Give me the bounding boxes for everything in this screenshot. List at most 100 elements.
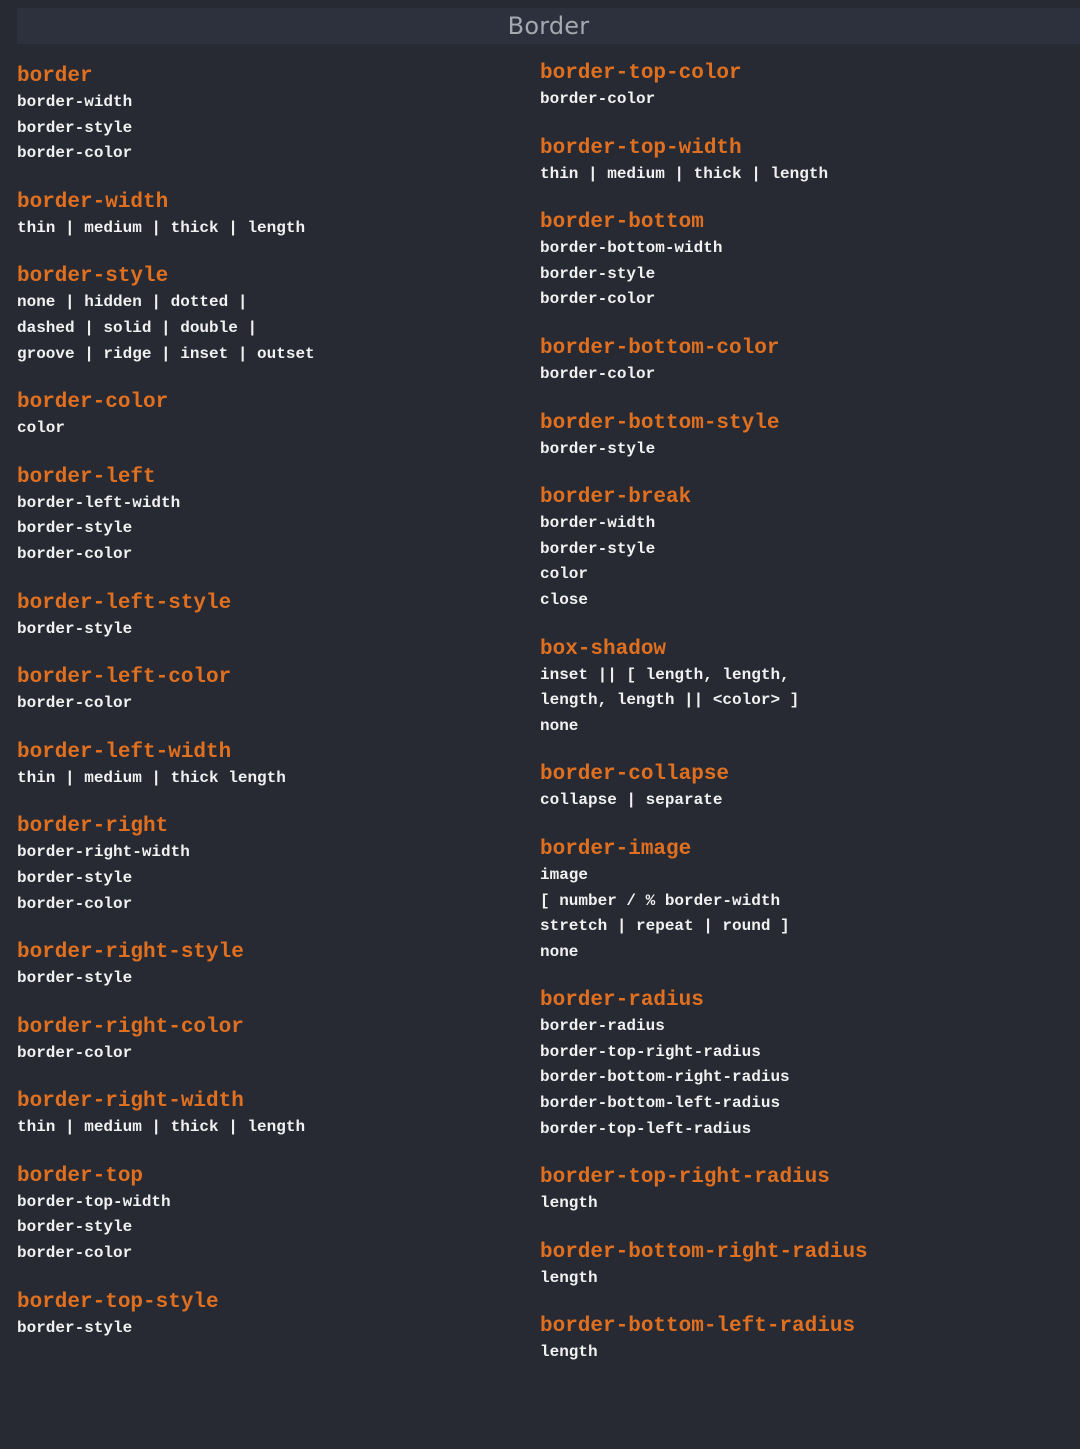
property-name: border-right-style [17, 941, 244, 965]
property-value-line: color [540, 565, 589, 584]
property-value-line: inset || [ length, length, [540, 665, 790, 684]
property-value-line: [ number / % border-width [540, 891, 781, 910]
property-entry-border-left-style: border-left-style border-style [17, 591, 517, 643]
property-entry-border-top-right-radius: border-top-right-radius length [540, 1165, 1070, 1217]
property-entry-border-bottom-right-radius: border-bottom-right-radius length [540, 1240, 1070, 1292]
left-column: border border-width border-style border-col… [17, 64, 517, 1364]
property-value-line: border-style [17, 519, 133, 538]
property-name: border-left-style [17, 591, 232, 615]
property-entry-border-color: border-color color [17, 390, 517, 442]
property-value-line: border-style [540, 439, 656, 458]
property-value-line: border-bottom-right-radius [540, 1068, 790, 1087]
property-value-line: thin | medium | thick length [17, 768, 286, 787]
property-name: border-left-color [17, 666, 232, 690]
property-value-line: border-style [17, 1218, 133, 1237]
property-value-line: border-bottom-width [540, 239, 723, 258]
property-name: border-bottom-left-radius [540, 1315, 856, 1339]
property-name: border-style [17, 265, 169, 289]
property-value-line: border-color [540, 364, 656, 383]
property-name: border-width [17, 190, 169, 214]
property-value-line: border-style [17, 118, 133, 137]
property-name: border-top-style [17, 1290, 219, 1314]
property-value-line: border-color [17, 144, 133, 163]
property-name: border-bottom [540, 211, 704, 235]
property-value-line: dashed | solid | double | [17, 318, 258, 337]
property-value-line: stretch | repeat | round ] [540, 917, 790, 936]
property-value-line: border-color [17, 544, 133, 563]
property-value-line: thin | medium | thick | length [17, 218, 306, 237]
property-entry-border-radius: border-radius border-radius border-top-rig… [540, 988, 1070, 1142]
property-name: border [17, 65, 93, 88]
property-value-line: groove | ridge | inset | outset [17, 344, 315, 363]
property-entry-border-left-width: border-left-width thin | medium | thick l… [17, 740, 517, 792]
property-entry-border-width: border-width thin | medium | thick | leng… [17, 190, 517, 242]
page-header: Border [17, 8, 1080, 44]
property-value-line: border-left-width [17, 493, 181, 512]
property-value-line: none [540, 716, 579, 735]
property-name: border-right-color [17, 1015, 244, 1039]
property-value-line: length [540, 1194, 598, 1213]
property-value-line: border-style [17, 969, 133, 988]
property-entry-border-top-style: border-top-style border-style [17, 1290, 517, 1342]
property-value-line: none | hidden | dotted | [17, 293, 248, 312]
property-entry-border-right-style: border-right-style border-style [17, 940, 517, 992]
property-entry-border-left: border-left border-left-width border-style… [17, 465, 517, 568]
property-name: border-color [17, 391, 169, 415]
property-value-line: border-radius [540, 1017, 665, 1036]
property-value-line: none [540, 942, 579, 961]
property-value-line: border-color [540, 90, 656, 108]
property-entry-border-image: border-image image [ number / % border-wid… [540, 837, 1070, 965]
property-value-line: border-color [17, 1043, 133, 1062]
page-title: Border [507, 12, 590, 40]
property-name: border-top [17, 1164, 144, 1188]
property-entry-border-top-width: border-top-width thin | medium | thick | … [540, 136, 1070, 188]
property-value-line: border-color [17, 1244, 133, 1263]
property-value-line: border-top-left-radius [540, 1119, 752, 1138]
property-value-line: border-style [540, 539, 656, 558]
property-value-line: thin | medium | thick | length [540, 164, 829, 183]
property-name: border-radius [540, 989, 704, 1013]
property-value-line: border-width [17, 93, 133, 111]
right-column: border-top-color border-color border-top-w… [540, 61, 1070, 1389]
property-value-line: border-top-width [17, 1192, 171, 1211]
property-value-line: border-style [17, 868, 133, 887]
property-entry-border-right-width: border-right-width thin | medium | thick … [17, 1089, 517, 1141]
property-value-line: color [17, 419, 66, 438]
property-name: border-bottom-right-radius [540, 1240, 868, 1264]
property-entry-border-left-color: border-left-color border-color [17, 665, 517, 717]
property-name: border-bottom-color [540, 336, 780, 360]
property-name: border-right-width [17, 1090, 244, 1114]
property-value-line: border-style [540, 264, 656, 283]
property-entry-border-bottom: border-bottom border-bottom-width border-s… [540, 210, 1070, 313]
property-entry-border-top: border-top border-top-width border-style bo… [17, 1164, 517, 1267]
property-name: border-top-width [540, 136, 742, 160]
property-name: border-left [17, 465, 156, 489]
property-value-line: thin | medium | thick | length [17, 1118, 306, 1137]
property-name: border-left-width [17, 740, 232, 764]
property-value-line: border-bottom-left-radius [540, 1094, 781, 1113]
property-entry-border-collapse: border-collapse collapse | separate [540, 762, 1070, 814]
property-value-line: border-top-right-radius [540, 1042, 761, 1061]
property-name: border-collapse [540, 763, 730, 787]
property-value-line: border-color [17, 894, 133, 913]
property-name: border-image [540, 837, 692, 861]
property-entry-border-top-color: border-top-color border-color [540, 61, 1070, 113]
property-entry-border-bottom-style: border-bottom-style border-style [540, 411, 1070, 463]
property-value-line: border-right-width [17, 843, 190, 862]
property-entry-border-bottom-left-radius: border-bottom-left-radius length [540, 1314, 1070, 1366]
property-entry-border-right-color: border-right-color border-color [17, 1015, 517, 1067]
property-value-line: collapse | separate [540, 791, 723, 810]
property-entry-border: border border-width border-style border-col… [17, 64, 517, 167]
property-name: border-top-right-radius [540, 1166, 830, 1190]
property-value-line: border-style [17, 619, 133, 638]
property-value-line: image [540, 865, 589, 884]
property-entry-box-shadow: box-shadow inset || [ length, length, leng… [540, 637, 1070, 740]
property-name: box-shadow [540, 637, 667, 661]
property-name: border-right [17, 815, 169, 839]
property-value-line: length [540, 1343, 598, 1362]
property-entry-border-break: border-break border-width border-style colo… [540, 485, 1070, 613]
property-value-line: border-color [17, 694, 133, 713]
property-entry-border-bottom-color: border-bottom-color border-color [540, 336, 1070, 388]
property-value-line: length [540, 1268, 598, 1287]
property-name: border-bottom-style [540, 411, 780, 435]
